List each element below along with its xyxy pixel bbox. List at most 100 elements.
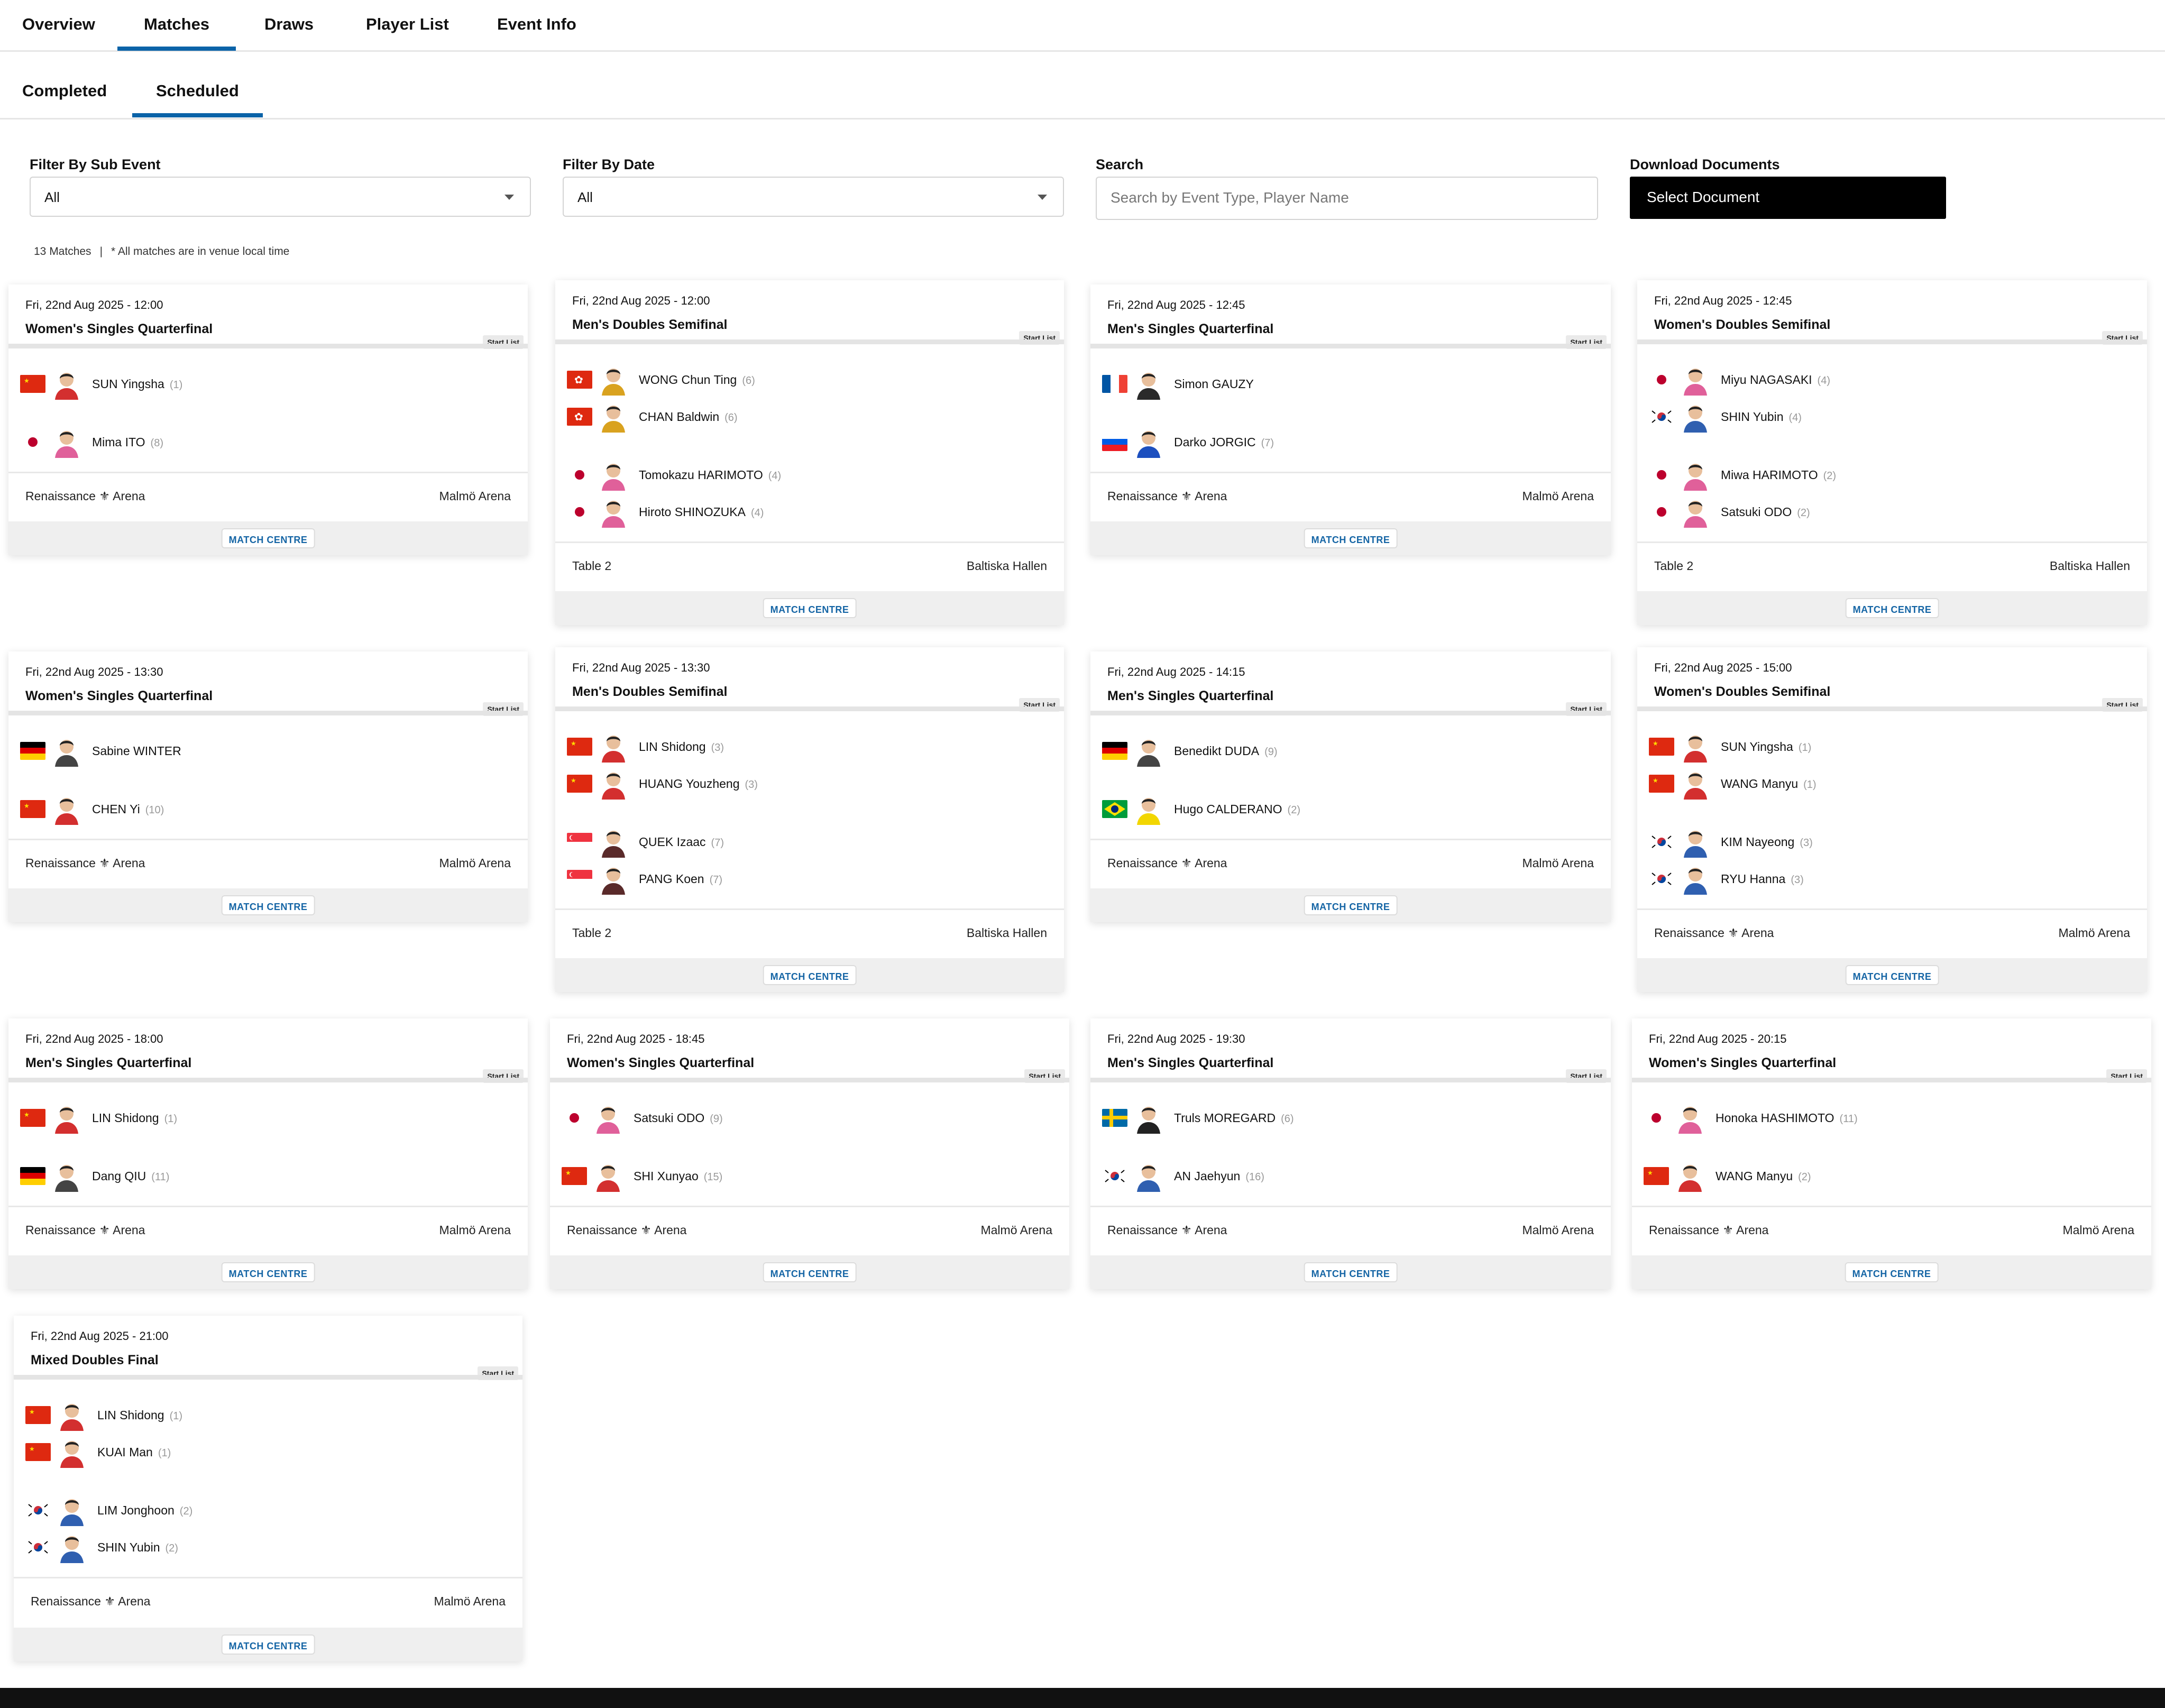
player-row[interactable]: SHIN Yubin (4) (1649, 401, 2125, 433)
player-row[interactable]: ★ HUANG Youzheng (3) (567, 768, 1043, 800)
match-centre-button[interactable]: MATCH CENTRE (1304, 1262, 1398, 1282)
venue-row: Table 2 Baltiska Hallen (1637, 541, 2147, 587)
player-seed: (10) (145, 804, 164, 816)
player-row[interactable]: PANG Koen (7) (567, 863, 1043, 895)
player-name-text: LIN Shidong (97, 1408, 164, 1422)
player-row[interactable]: ★ SHI Xunyao (15) (562, 1160, 1038, 1192)
player-name: WONG Chun Ting (6) (639, 373, 755, 387)
player-row[interactable]: AN Jaehyun (16) (1102, 1160, 1578, 1192)
tab-overview[interactable]: Overview (22, 15, 95, 34)
match-centre-button[interactable]: MATCH CENTRE (221, 528, 315, 548)
player-row[interactable]: Tomokazu HARIMOTO (4) (567, 459, 1043, 491)
tab-draws[interactable]: Draws (264, 15, 314, 34)
player-row[interactable]: SHIN Yubin (2) (25, 1531, 501, 1563)
player-row[interactable]: Hiroto SHINOZUKA (4) (567, 496, 1043, 528)
arena-name: Malmö Arena (439, 1223, 511, 1237)
bottom-band (0, 1688, 2165, 1708)
player-avatar (1675, 1102, 1705, 1134)
player-row[interactable]: ★ CHEN Yi (10) (20, 793, 496, 825)
player-row[interactable]: Satsuki ODO (9) (562, 1102, 1038, 1134)
player-row[interactable]: Darko JORGIC (7) (1102, 426, 1578, 458)
player-row[interactable]: ★ LIN Shidong (1) (20, 1102, 496, 1134)
player-row[interactable]: Hugo CALDERANO (2) (1102, 793, 1578, 825)
player-row[interactable]: RYU Hanna (3) (1649, 863, 2125, 895)
player-row[interactable]: ★ LIN Shidong (3) (567, 731, 1043, 763)
player-row[interactable]: Truls MOREGARD (6) (1102, 1102, 1578, 1134)
tab-completed[interactable]: Completed (22, 81, 107, 100)
player-row[interactable]: Benedikt DUDA (9) (1102, 735, 1578, 767)
match-centre-button[interactable]: MATCH CENTRE (763, 598, 857, 618)
match-centre-button[interactable]: MATCH CENTRE (221, 1262, 315, 1282)
player-row[interactable]: Simon GAUZY (1102, 368, 1578, 400)
event-name: Men's Singles Quarterfinal (1107, 1055, 1274, 1070)
player-name-text: WANG Manyu (1716, 1169, 1793, 1183)
player-row[interactable]: ★ LIN Shidong (1) (25, 1399, 501, 1431)
player-avatar (599, 364, 628, 396)
player-seed: (6) (724, 412, 738, 424)
player-row[interactable]: QUEK Izaac (7) (567, 826, 1043, 858)
arena-name: Malmö Arena (2062, 1223, 2134, 1237)
player-row[interactable]: Miwa HARIMOTO (2) (1649, 459, 2125, 491)
player-name: Satsuki ODO (2) (1721, 505, 1810, 519)
date-select[interactable]: All (563, 177, 1064, 217)
player-row[interactable]: ★ SUN Yingsha (1) (1649, 731, 2125, 763)
player-avatar (1134, 368, 1163, 400)
tab-player-list[interactable]: Player List (366, 15, 449, 34)
svg-text:✿: ✿ (574, 374, 583, 386)
search-placeholder: Search by Event Type, Player Name (1111, 189, 1349, 206)
card-header-divider (555, 706, 1064, 711)
match-centre-button[interactable]: MATCH CENTRE (221, 895, 315, 915)
player-row[interactable]: Dang QIU (11) (20, 1160, 496, 1192)
player-name: Miwa HARIMOTO (2) (1721, 468, 1836, 482)
player-seed: (6) (742, 375, 755, 387)
match-centre-button[interactable]: MATCH CENTRE (1304, 528, 1398, 548)
sub-event-select[interactable]: All (30, 177, 531, 217)
player-avatar (1681, 768, 1710, 800)
player-name: Simon GAUZY (1174, 377, 1254, 391)
match-centre-button[interactable]: MATCH CENTRE (1845, 965, 1939, 985)
player-seed: (11) (1839, 1113, 1858, 1125)
flag-france-icon (1102, 375, 1127, 393)
tab-scheduled[interactable]: Scheduled (132, 81, 263, 117)
player-row[interactable]: ★ WANG Manyu (2) (1644, 1160, 2120, 1192)
player-row[interactable]: Mima ITO (8) (20, 426, 496, 458)
player-row[interactable]: ★ KUAI Man (1) (25, 1436, 501, 1468)
player-avatar (52, 1102, 81, 1134)
flag-japan-icon (1649, 371, 1674, 389)
select-document-button[interactable]: Select Document (1630, 177, 1946, 219)
player-row[interactable]: ✿ CHAN Baldwin (6) (567, 401, 1043, 433)
sub-navigation: Completed Scheduled (0, 52, 2165, 120)
player-name: HUANG Youzheng (3) (639, 777, 758, 791)
tab-event-info[interactable]: Event Info (497, 15, 576, 34)
player-row[interactable]: Sabine WINTER (20, 735, 496, 767)
player-row[interactable]: ★ SUN Yingsha (1) (20, 368, 496, 400)
match-centre-button[interactable]: MATCH CENTRE (763, 965, 857, 985)
match-centre-button[interactable]: MATCH CENTRE (1304, 895, 1398, 915)
player-row[interactable]: Miyu NAGASAKI (4) (1649, 364, 2125, 396)
match-centre-button[interactable]: MATCH CENTRE (1845, 1262, 1939, 1282)
player-row[interactable]: KIM Nayeong (3) (1649, 826, 2125, 858)
player-row[interactable]: LIM Jonghoon (2) (25, 1494, 501, 1526)
player-row[interactable]: ★ WANG Manyu (1) (1649, 768, 2125, 800)
svg-text:★: ★ (29, 1445, 35, 1453)
player-name: CHAN Baldwin (6) (639, 410, 738, 424)
svg-text:★: ★ (1653, 777, 1658, 784)
match-card: Fri, 22nd Aug 2025 - 12:45 Men's Singles … (1090, 284, 1611, 555)
match-card: Fri, 22nd Aug 2025 - 15:00 Women's Double… (1637, 647, 2147, 992)
arena-name: Malmö Arena (1522, 1223, 1594, 1237)
player-seed: (4) (1788, 412, 1802, 424)
match-centre-button[interactable]: MATCH CENTRE (763, 1262, 857, 1282)
venue-name: Renaissance ⚜ Arena (31, 1594, 151, 1608)
player-row[interactable]: Honoka HASHIMOTO (11) (1644, 1102, 2120, 1134)
player-avatar (52, 735, 81, 767)
svg-text:★: ★ (24, 377, 30, 384)
arena-name: Malmö Arena (980, 1223, 1052, 1237)
player-name: PANG Koen (7) (639, 872, 722, 886)
player-row[interactable]: ✿ WONG Chun Ting (6) (567, 364, 1043, 396)
player-row[interactable]: Satsuki ODO (2) (1649, 496, 2125, 528)
match-centre-button[interactable]: MATCH CENTRE (221, 1634, 315, 1655)
tab-matches[interactable]: Matches (117, 15, 236, 51)
flag-brazil-icon (1102, 800, 1127, 818)
match-centre-button[interactable]: MATCH CENTRE (1845, 598, 1939, 618)
search-input[interactable]: Search by Event Type, Player Name (1096, 177, 1598, 220)
